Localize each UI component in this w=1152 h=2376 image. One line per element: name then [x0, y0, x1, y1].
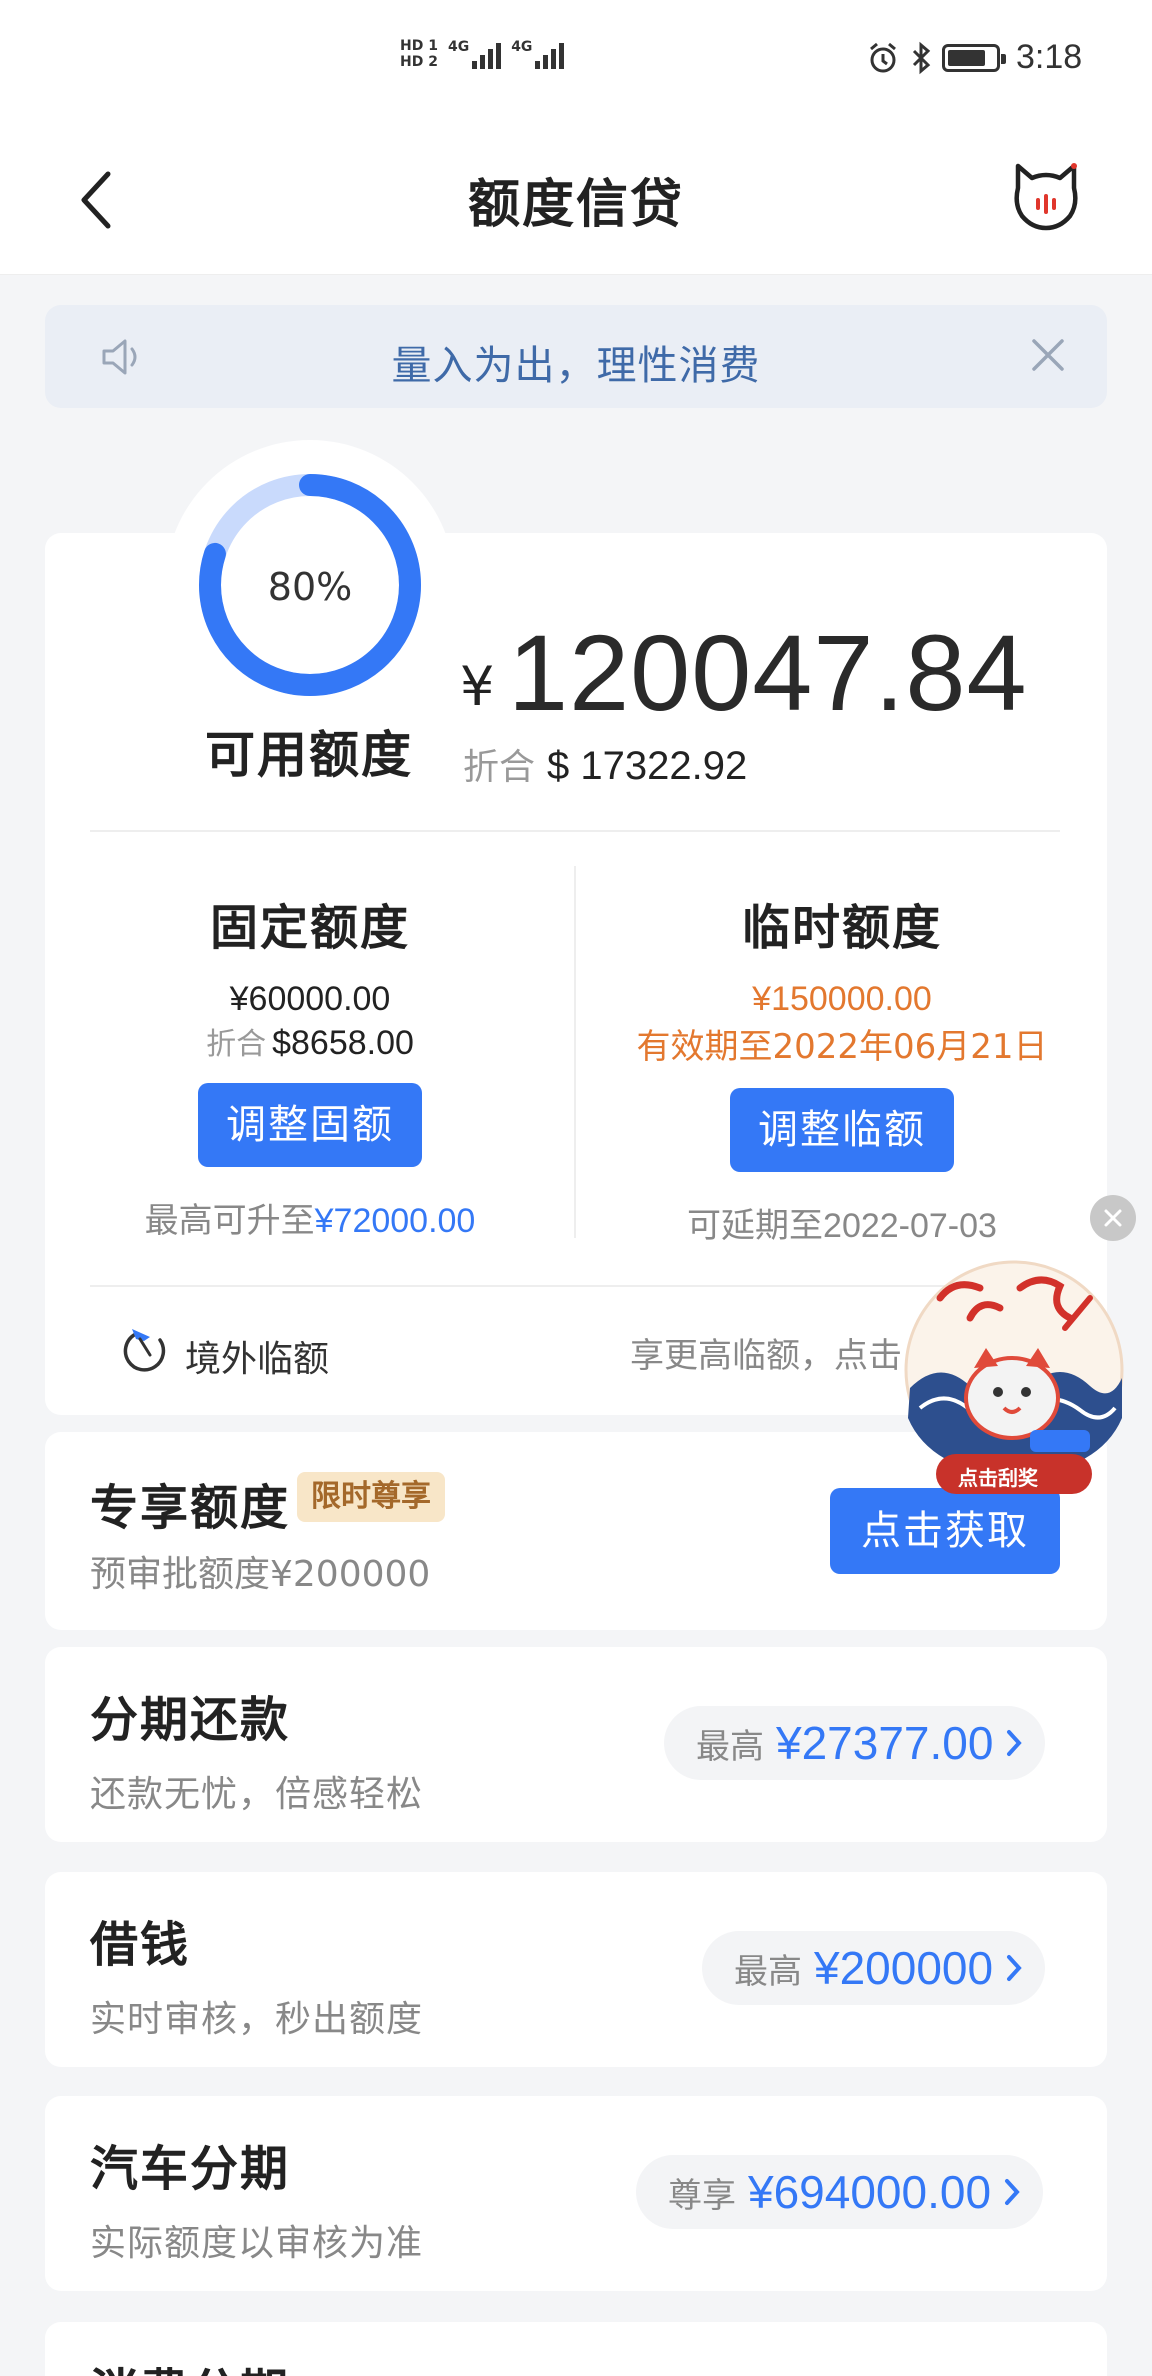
- network-type-label: 4G: [511, 39, 533, 55]
- pill-value: ¥694000.00: [748, 2166, 992, 2218]
- fixed-max-value: ¥72000.00: [314, 1202, 476, 1240]
- hd-indicators: HD 1 HD 2: [400, 38, 438, 70]
- temp-credit-title: 临时额度: [741, 900, 942, 956]
- usd-label: 折合: [206, 1027, 267, 1062]
- adjust-fixed-button[interactable]: 调整固额: [198, 1083, 422, 1167]
- notice-text: 量入为出，理性消费: [391, 343, 761, 389]
- pill-label: 最高: [734, 1951, 802, 1992]
- usd-amount: $ 17322.92: [547, 744, 748, 788]
- alarm-icon: [870, 42, 896, 72]
- usage-percent: 80%: [267, 565, 353, 609]
- pill-value: ¥200000: [814, 1942, 994, 1994]
- bluetooth-icon: [912, 41, 931, 74]
- row-subtitle: 实时审核，秒出额度: [90, 1999, 424, 2040]
- fixed-max-info: 最高可升至¥72000.00: [80, 1193, 540, 1242]
- divider: [574, 866, 576, 1238]
- temp-extend-prefix: 可延期至: [687, 1206, 824, 1246]
- overseas-plane-icon[interactable]: [120, 1325, 170, 1375]
- divider: [90, 830, 1060, 832]
- row-subtitle: 还款无忧，倍感轻松: [90, 1774, 424, 1815]
- network-type-label: 4G: [447, 39, 470, 55]
- row-title: 消费分期: [90, 2352, 290, 2376]
- fixed-max-prefix: 最高可升至: [144, 1201, 315, 1241]
- max-amount-pill[interactable]: 最高 ¥200000: [702, 1931, 1046, 2005]
- fixed-credit-title: 固定额度: [209, 900, 410, 956]
- currency-symbol: ¥: [460, 655, 495, 718]
- max-amount-pill[interactable]: 最高 ¥27377.00: [664, 1706, 1046, 1780]
- signal-icon: 4G: [511, 39, 565, 69]
- chevron-right-icon: [1005, 2179, 1020, 2205]
- hd2-indicator: HD 2: [400, 54, 438, 70]
- overseas-credit-label[interactable]: 境外临额: [185, 1330, 329, 1382]
- scratch-prize-label: 点击刮奖: [958, 1466, 1038, 1490]
- available-credit-label: 可用额度: [205, 726, 413, 784]
- chevron-right-icon: [1007, 1955, 1022, 1981]
- pre-approved-text: 预审批额度¥200000: [90, 1554, 431, 1595]
- fixed-credit-value: ¥60000.00: [229, 980, 391, 1018]
- network-indicators: HD 1 HD 2 4G 4G: [400, 38, 565, 70]
- overseas-credit-promo[interactable]: 享更高临额，点击: [630, 1328, 920, 1377]
- promo-close-button[interactable]: [1090, 1195, 1136, 1241]
- temp-extend-date: 2022-07-03: [823, 1207, 997, 1245]
- limited-badge: 限时尊享: [297, 1472, 445, 1522]
- pill-value: ¥27377.00: [776, 1717, 994, 1769]
- promo-618-widget[interactable]: 点击刮奖: [900, 1258, 1128, 1502]
- row-subtitle: 实际额度以审核为准: [90, 2223, 424, 2264]
- usd-label: 折合: [463, 747, 536, 788]
- fixed-usd-value: $8658.00: [272, 1024, 414, 1062]
- usd-equivalent: 折合 $ 17322.92: [463, 738, 747, 790]
- row-title: 借钱: [90, 1917, 191, 1973]
- system-indicators: 3:18: [866, 38, 1082, 77]
- close-icon: [1104, 1209, 1122, 1227]
- temp-extend-info: 可延期至2022-07-03: [612, 1198, 1072, 1247]
- fixed-credit-usd: 折合 $8658.00: [80, 1019, 540, 1063]
- notice-banner: 量入为出，理性消费: [45, 305, 1107, 408]
- available-amount: 120047.84: [508, 612, 1028, 733]
- mascot-service-icon: [1014, 163, 1078, 231]
- battery-icon: [942, 43, 1006, 72]
- status-bar: HD 1 HD 2 4G 4G 3:18: [0, 0, 1152, 130]
- nav-header: 额度信贷: [0, 130, 1152, 275]
- clock: 3:18: [1016, 38, 1083, 76]
- close-icon[interactable]: [1030, 337, 1066, 373]
- pill-label: 最高: [696, 1726, 764, 1767]
- exclusive-amount-pill[interactable]: 尊享 ¥694000.00: [636, 2155, 1044, 2229]
- signal-icon: 4G: [447, 39, 502, 69]
- fixed-credit-section: 固定额度 ¥60000.00 折合 $8658.00 调整固额 最高可升至¥720…: [80, 888, 540, 1242]
- temp-credit-validity: 有效期至2022年06月21日: [636, 1027, 1048, 1067]
- temp-credit-value: ¥150000.00: [752, 980, 932, 1018]
- customer-service-button[interactable]: [1010, 158, 1082, 234]
- adjust-temp-button[interactable]: 调整临额: [730, 1088, 954, 1172]
- chevron-right-icon: [1007, 1730, 1023, 1756]
- hd1-indicator: HD 1: [400, 38, 438, 54]
- row-title: 汽车分期: [90, 2141, 291, 2197]
- exclusive-credit-title: 专享额度: [90, 1480, 291, 1536]
- pill-label: 尊享: [668, 2175, 736, 2216]
- page-title: 额度信贷: [467, 175, 684, 235]
- row-title: 分期还款: [90, 1692, 291, 1748]
- temp-credit-section: 临时额度 ¥150000.00 有效期至2022年06月21日 调整临额 可延期…: [612, 888, 1072, 1247]
